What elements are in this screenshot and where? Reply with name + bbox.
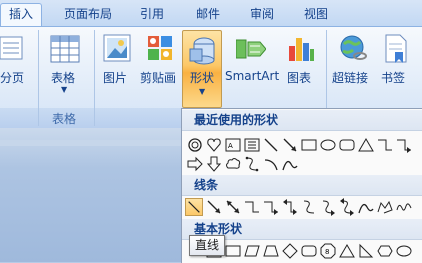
hyperlink-label: 超链接 (332, 71, 369, 85)
scribble-shape-icon[interactable] (395, 198, 413, 216)
isosceles-triangle-shape-icon[interactable] (338, 242, 356, 260)
group-separator (38, 30, 39, 126)
picture-icon (103, 34, 131, 62)
oval-shape-icon[interactable] (395, 242, 413, 260)
curved-arrow-connector-shape-icon[interactable] (319, 198, 337, 216)
cloud-callout-shape-icon[interactable] (224, 155, 242, 173)
hyperlink-icon (340, 35, 367, 60)
svg-text:A: A (228, 142, 233, 150)
bookmark-icon (385, 34, 407, 63)
elbow-arrow-connector-shape-icon[interactable] (395, 136, 413, 154)
chevron-down-icon: ▼ (199, 87, 206, 96)
vertical-textbox-shape-icon[interactable] (243, 136, 261, 154)
document-area (0, 128, 184, 262)
shapes-label: 形状 (190, 71, 215, 85)
chart-icon (289, 38, 314, 61)
svg-text:8: 8 (325, 248, 329, 256)
oval-shape-icon[interactable] (319, 136, 337, 154)
smartart-icon (236, 39, 266, 59)
document-divider (0, 140, 184, 146)
chevron-down-icon: ▼ (61, 85, 68, 94)
line-shape-icon[interactable] (262, 136, 280, 154)
smartart-button[interactable]: SmartArt (224, 31, 280, 91)
bookmark-label: 书签 (381, 71, 406, 85)
tab-page-layout[interactable]: 页面布局 (56, 4, 120, 25)
down-arrow-shape-icon[interactable] (205, 155, 223, 173)
arrow-line-shape-icon[interactable] (281, 136, 299, 154)
table-button-label: 表格 (51, 71, 76, 85)
right-arrow-shape-icon[interactable] (186, 155, 204, 173)
elbow-arrow-connector-shape-icon[interactable] (262, 198, 280, 216)
tab-references[interactable]: 引用 (130, 4, 174, 25)
recent-shapes-header: 最近使用的形状 (182, 110, 422, 131)
triangle-shape-icon[interactable] (357, 136, 375, 154)
circle-shape-icon[interactable] (186, 136, 204, 154)
picture-button[interactable]: 图片 (100, 31, 134, 91)
tab-mailings[interactable]: 邮件 (186, 4, 230, 25)
right-triangle-shape-icon[interactable] (357, 242, 375, 260)
chart-button[interactable]: 图表 (284, 31, 318, 91)
table-button[interactable]: 表格 ▼ (46, 31, 84, 103)
straight-line-shape-icon[interactable] (185, 198, 203, 216)
elbow-connector-shape-icon[interactable] (376, 136, 394, 154)
shapes-button[interactable]: 形状 ▼ (182, 30, 222, 108)
rectangle-shape-icon[interactable] (300, 136, 318, 154)
double-arrow-shape-icon[interactable] (224, 198, 242, 216)
bookmark-button[interactable]: 书签 (378, 31, 412, 91)
page-break-button[interactable]: 分页 (0, 31, 28, 91)
rounded-rectangle-shape-icon[interactable] (338, 136, 356, 154)
curved-connector-shape-icon[interactable] (300, 198, 318, 216)
curved-double-arrow-connector-shape-icon[interactable] (338, 198, 356, 216)
rectangle-shape-icon[interactable] (224, 242, 242, 260)
page-break-icon (0, 36, 23, 60)
group-separator (94, 30, 95, 126)
elbow-double-arrow-connector-shape-icon[interactable] (281, 198, 299, 216)
smartart-label: SmartArt (225, 69, 280, 83)
lines-header: 线条 (182, 175, 422, 196)
heart-shape-icon[interactable] (205, 136, 223, 154)
octagon-shape-icon[interactable]: 8 (319, 242, 337, 260)
tab-review[interactable]: 审阅 (240, 4, 284, 25)
clipart-button[interactable]: 剪贴画 (138, 31, 180, 91)
rounded-rectangle-shape-icon[interactable] (300, 242, 318, 260)
tab-view[interactable]: 视图 (294, 4, 338, 25)
tab-insert[interactable]: 插入 (0, 3, 42, 26)
parallelogram-shape-icon[interactable] (243, 242, 261, 260)
hexagon-shape-icon[interactable] (376, 242, 394, 260)
curved-connector-shape-icon[interactable] (243, 155, 261, 173)
arc-shape-icon[interactable] (262, 155, 280, 173)
shapes-icon (189, 37, 215, 65)
diamond-shape-icon[interactable] (281, 242, 299, 260)
ribbon-tab-bar: 插入 页面布局 引用 邮件 审阅 视图 (0, 0, 422, 27)
shape-tooltip: 直线 (189, 235, 225, 256)
chart-label: 图表 (287, 71, 312, 85)
elbow-connector-shape-icon[interactable] (243, 198, 261, 216)
arrow-shape-icon[interactable] (205, 198, 223, 216)
hyperlink-button[interactable]: 超链接 (330, 31, 374, 91)
textbox-shape-icon[interactable]: A (224, 136, 242, 154)
trapezoid-shape-icon[interactable] (262, 242, 280, 260)
clipart-label: 剪贴画 (140, 71, 177, 85)
curve-shape-icon[interactable] (281, 155, 299, 173)
page-break-label: 分页 (0, 71, 25, 85)
table-icon (50, 35, 80, 63)
table-group-label: 表格 (52, 112, 77, 126)
curve-shape-icon[interactable] (357, 198, 375, 216)
clipart-icon (148, 36, 172, 60)
freeform-shape-icon[interactable] (376, 198, 394, 216)
picture-label: 图片 (103, 71, 128, 85)
